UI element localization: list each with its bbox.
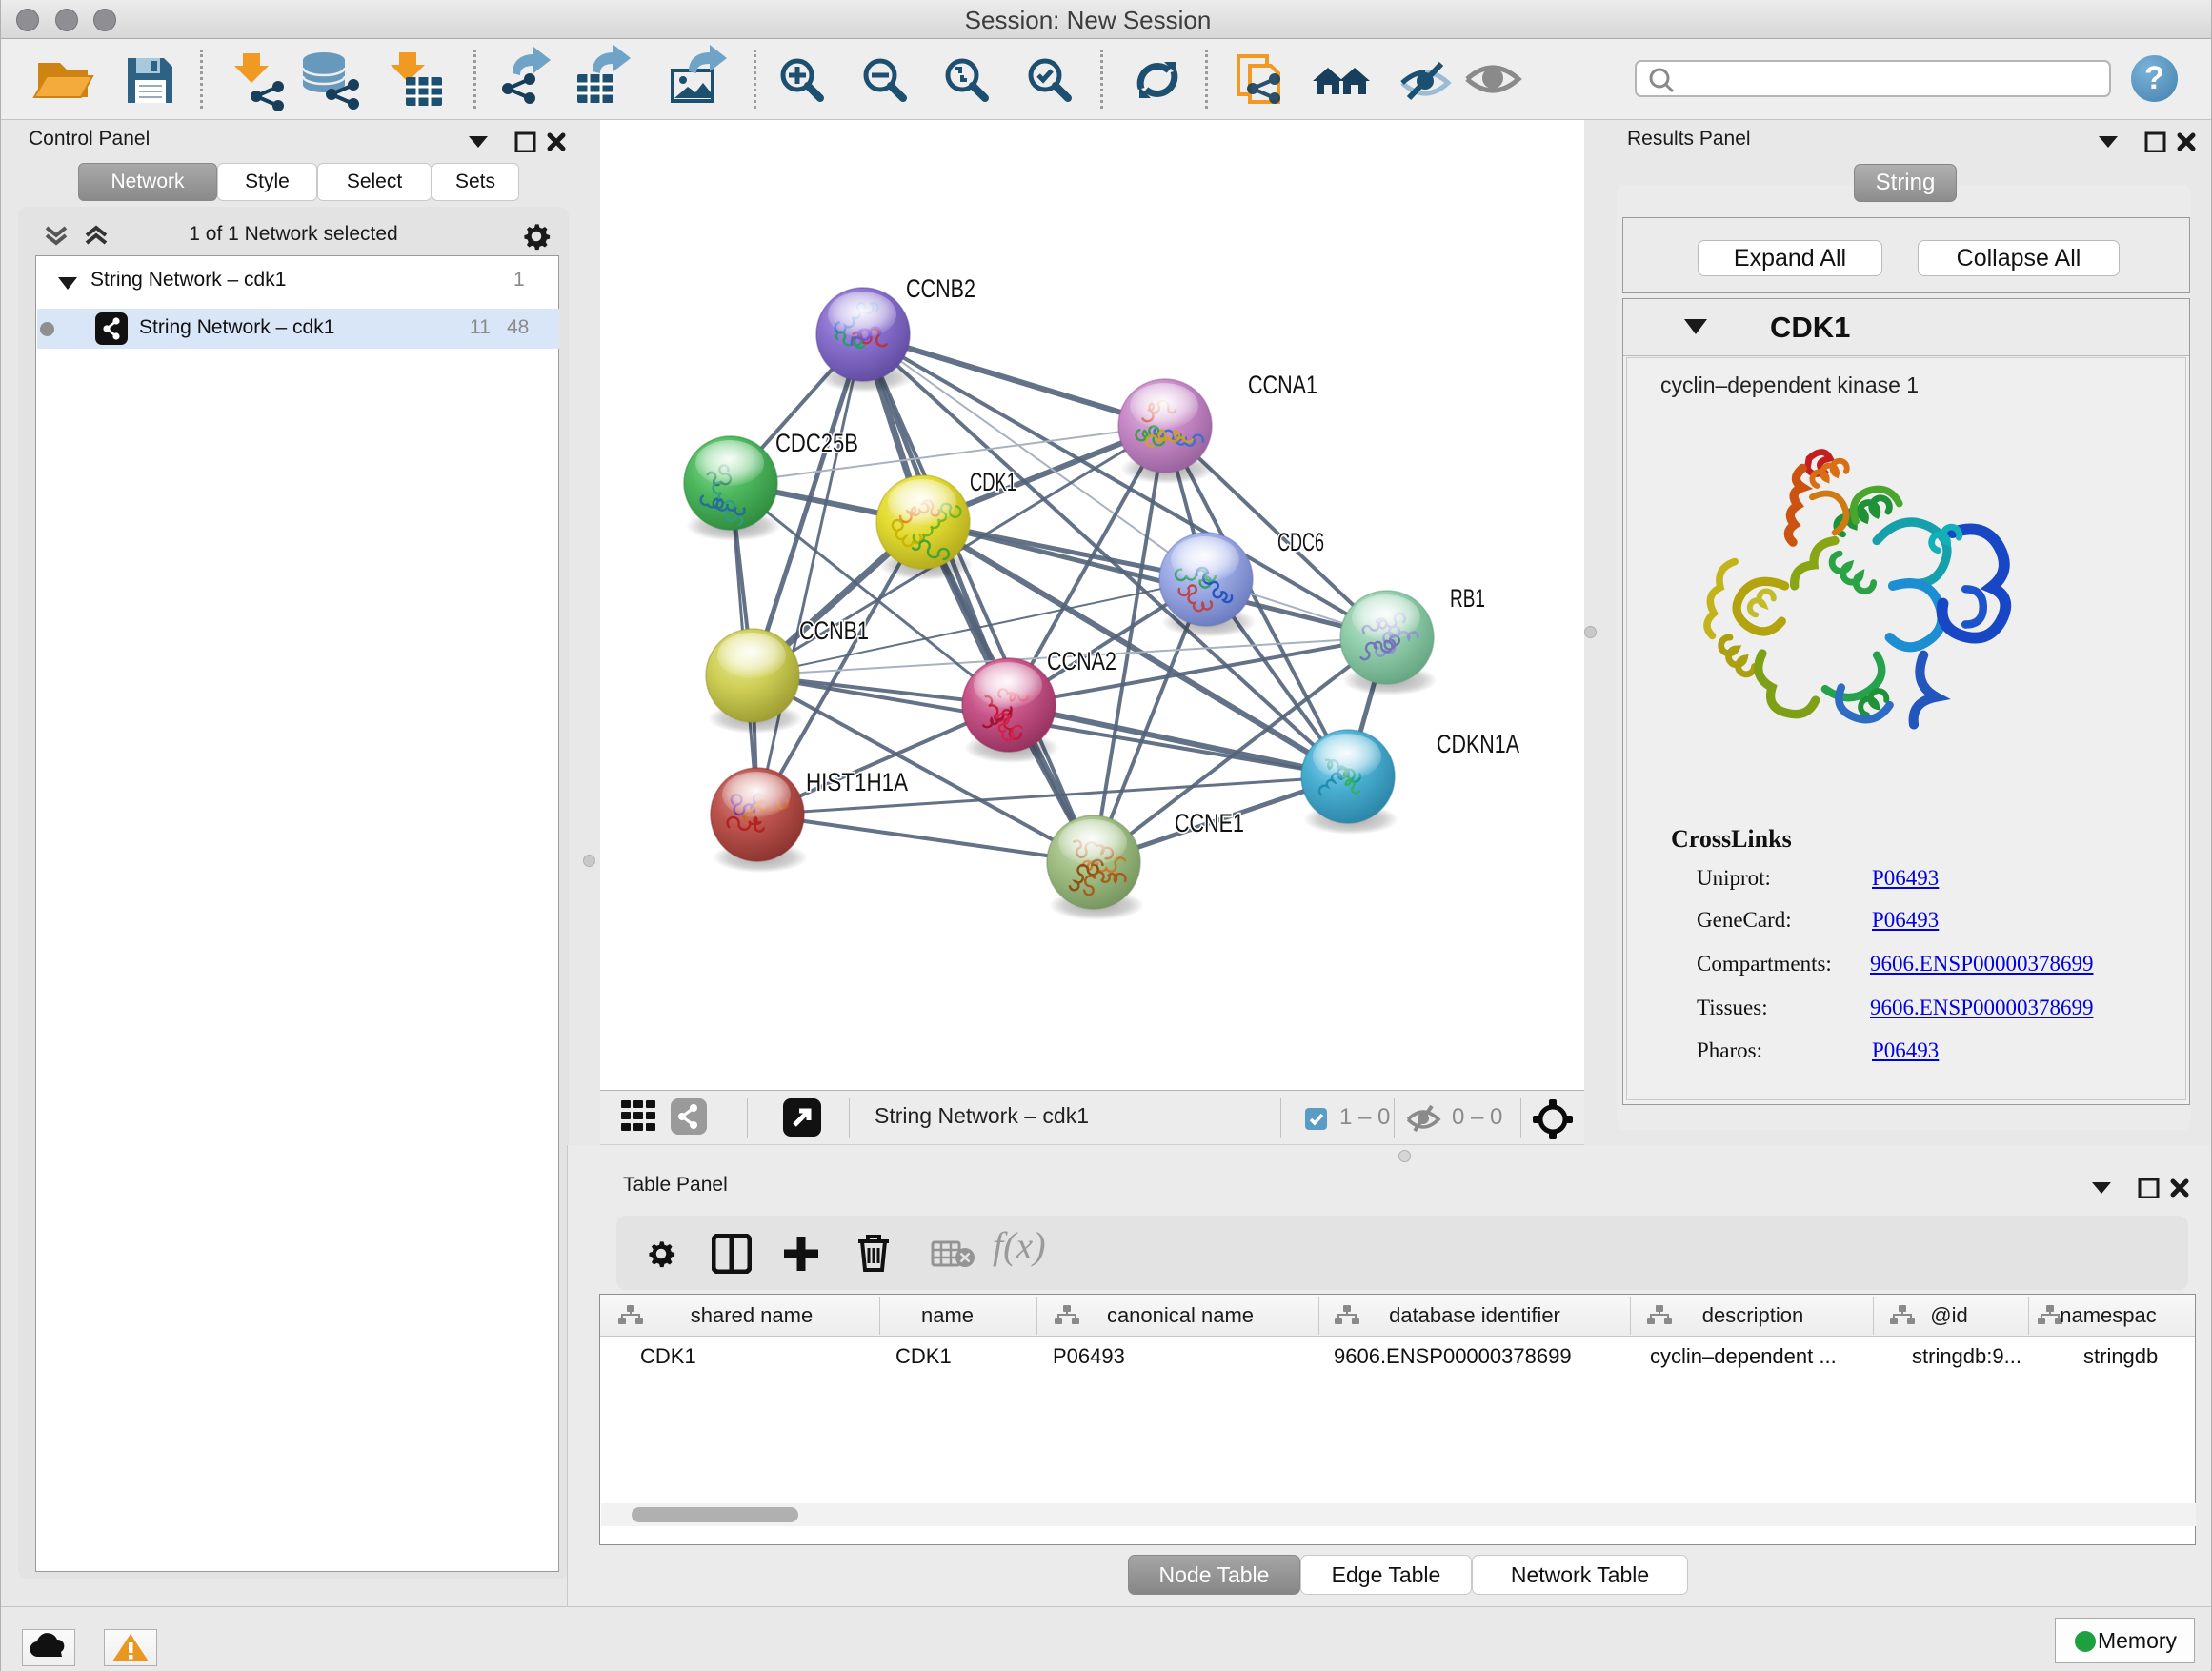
svg-text:CCNE1: CCNE1 xyxy=(1175,809,1244,837)
svg-text:RB1: RB1 xyxy=(1450,584,1485,613)
svg-text:CDKN1A: CDKN1A xyxy=(1437,730,1519,758)
svg-text:CCNA1: CCNA1 xyxy=(1248,371,1317,399)
svg-text:HIST1H1A: HIST1H1A xyxy=(806,768,908,796)
svg-text:CDK1: CDK1 xyxy=(970,468,1016,496)
svg-text:CCNB1: CCNB1 xyxy=(799,616,869,645)
svg-text:CCNA2: CCNA2 xyxy=(1047,647,1116,675)
svg-text:CDC6: CDC6 xyxy=(1277,528,1324,556)
svg-text:CCNB2: CCNB2 xyxy=(906,274,975,303)
svg-text:CDC25B: CDC25B xyxy=(775,429,858,457)
